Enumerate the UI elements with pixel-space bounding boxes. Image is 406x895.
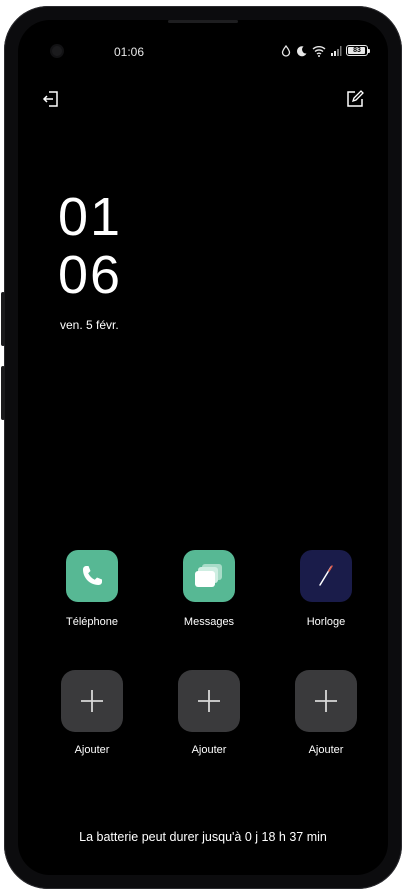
add-label: Ajouter [308,744,344,756]
date-label: ven. 5 févr. [60,318,119,332]
app-horloge[interactable]: Horloge [286,550,366,628]
wifi-icon [312,44,326,57]
app-label: Téléphone [66,616,118,628]
exit-icon [42,91,58,107]
battery-icon: 83 [346,44,370,56]
battery-level-text: 83 [353,46,361,54]
add-shortcut-button[interactable]: Ajouter [52,670,132,756]
edit-button[interactable] [344,88,366,110]
plus-icon [61,670,123,732]
lock-screen: 01:06 83 01 06 ven. 5 févr. Téléphone Me… [18,20,388,875]
front-camera [52,46,62,56]
moon-icon [296,44,308,57]
plus-icon [178,670,240,732]
add-shortcut-button[interactable]: Ajouter [169,670,249,756]
battery-estimate-text: La batterie peut durer jusqu'à 0 j 18 h … [79,830,327,844]
drop-icon [280,44,292,57]
add-shortcut-button[interactable]: Ajouter [286,670,366,756]
exit-button[interactable] [40,88,62,110]
clock-icon [300,550,352,602]
app-messages[interactable]: Messages [169,550,249,628]
add-label: Ajouter [191,744,227,756]
plus-icon [295,670,357,732]
phone-frame: 01:06 83 01 06 ven. 5 févr. Téléphone Me… [1,6,402,889]
app-telephone[interactable]: Téléphone [52,550,132,628]
clock-hours: 01 [58,187,123,247]
earpiece-speaker [168,20,238,23]
phone-icon [66,550,118,602]
signal-icon [330,44,342,56]
messages-icon [183,550,235,602]
add-label: Ajouter [74,744,110,756]
app-label: Messages [183,616,235,628]
volume-button [1,292,5,346]
status-bar-icons: 83 [280,44,370,57]
edit-icon [347,90,364,107]
power-button [1,366,5,420]
app-label: Horloge [306,616,346,628]
status-bar-time: 01:06 [114,45,145,59]
clock-minutes: 06 [58,245,123,305]
